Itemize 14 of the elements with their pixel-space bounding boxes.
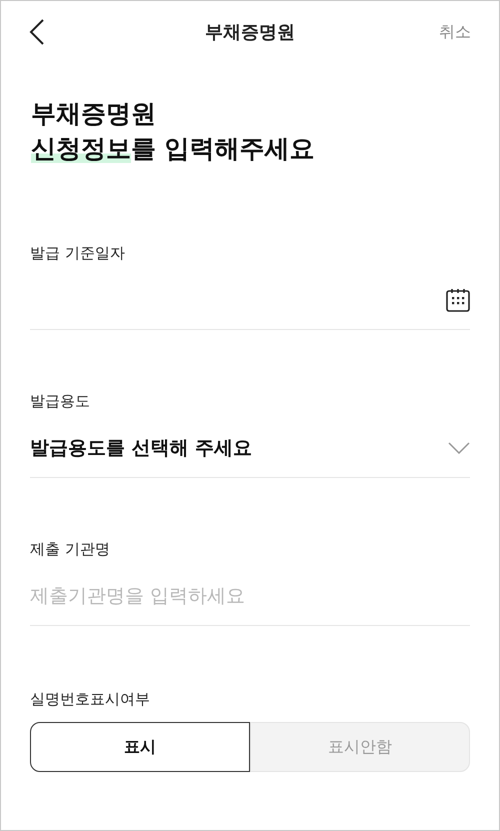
cancel-button[interactable]: 취소 xyxy=(439,22,471,42)
field-label: 제출 기관명 xyxy=(30,538,111,560)
heading-line: 부채증명원 xyxy=(31,98,157,130)
institution-input[interactable]: 제출기관명을 입력하세요 xyxy=(30,584,470,606)
field-label: 실명번호표시여부 xyxy=(30,688,151,710)
page-title: 부채증명원 xyxy=(205,22,295,43)
chevron-down-icon[interactable] xyxy=(448,442,470,454)
segment-option[interactable]: 표시 xyxy=(30,722,250,772)
select-dropdown[interactable]: 발급용도를 선택해 주세요 xyxy=(30,434,252,460)
field-label: 발급 기준일자 xyxy=(30,242,126,264)
heading-line: 신청정보를 입력해주세요 xyxy=(31,133,316,165)
back-icon[interactable] xyxy=(29,19,45,45)
calendar-icon[interactable] xyxy=(446,288,470,312)
field-label: 발급용도 xyxy=(30,390,91,412)
